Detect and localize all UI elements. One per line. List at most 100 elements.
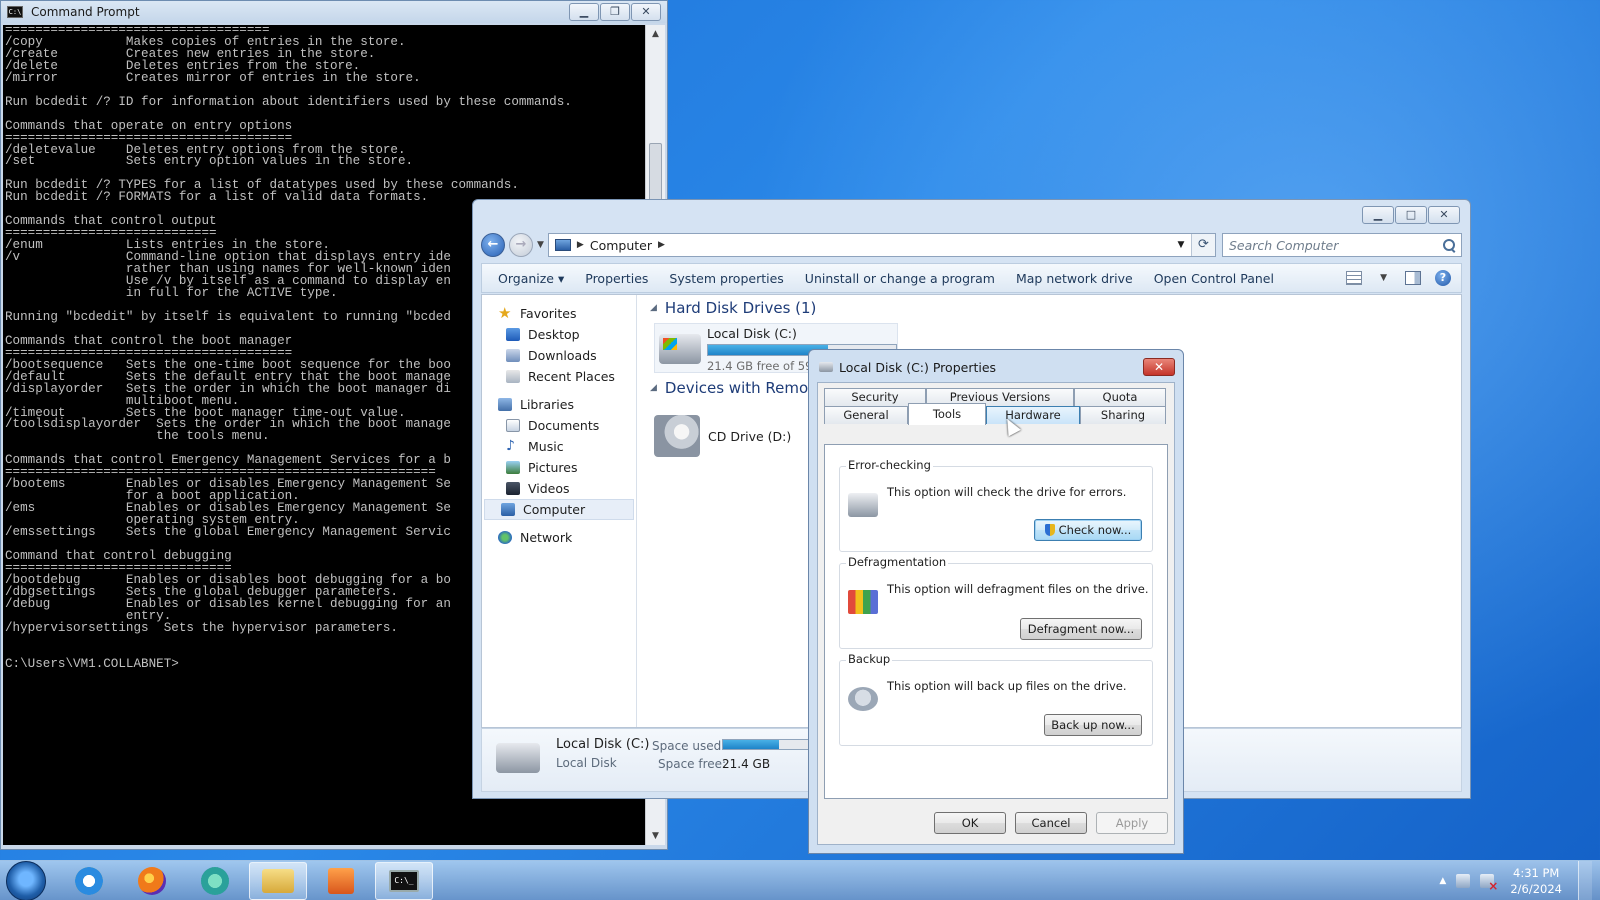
nav-favorites[interactable]: ★ Favorites <box>482 303 636 324</box>
backup-group: Backup This option will back up files on… <box>839 652 1153 746</box>
clock-time: 4:31 PM <box>1513 865 1560 880</box>
details-drive-name: Local Disk (C:) <box>556 737 650 752</box>
cancel-button[interactable]: Cancel <box>1015 812 1087 834</box>
system-tray: ▲ 4:31 PM 2/6/2024 <box>1439 860 1600 900</box>
drive-icon <box>819 362 833 372</box>
volume-muted-icon[interactable] <box>1480 873 1498 893</box>
hard-drive-icon <box>496 743 540 773</box>
preview-pane-icon[interactable] <box>1405 271 1421 285</box>
nav-libraries[interactable]: Libraries <box>482 394 636 415</box>
back-button[interactable]: ← <box>481 233 505 257</box>
tab-sharing[interactable]: Sharing <box>1080 406 1166 424</box>
close-button[interactable]: ✕ <box>1143 358 1175 376</box>
ok-button[interactable]: OK <box>934 812 1006 834</box>
nav-network[interactable]: Network <box>482 527 636 548</box>
tab-quota[interactable]: Quota <box>1074 388 1166 406</box>
open-control-panel-button[interactable]: Open Control Panel <box>1146 271 1287 286</box>
taskbar-app-globe[interactable] <box>186 862 244 900</box>
scroll-thumb[interactable] <box>649 143 662 203</box>
scroll-up-arrow[interactable]: ▲ <box>646 25 665 43</box>
taskbar-internet-explorer[interactable] <box>60 862 118 900</box>
backup-title: Backup <box>846 652 893 666</box>
breadcrumb-computer[interactable]: Computer <box>590 238 652 253</box>
maximize-button[interactable]: □ <box>1395 206 1427 224</box>
view-dropdown-icon[interactable]: ▼ <box>1380 273 1387 283</box>
nav-downloads[interactable]: Downloads <box>482 345 636 366</box>
change-view-icon[interactable] <box>1346 271 1363 285</box>
dialog-title: Local Disk (C:) Properties <box>839 359 997 375</box>
tab-tools[interactable]: Tools <box>908 403 986 425</box>
close-button[interactable]: ✕ <box>1428 206 1460 224</box>
backup-desc: This option will back up files on the dr… <box>887 679 1127 693</box>
nav-computer[interactable]: Computer <box>484 499 634 520</box>
search-icon[interactable] <box>1443 239 1455 251</box>
nav-desktop[interactable]: Desktop <box>482 324 636 345</box>
dialog-titlebar[interactable]: Local Disk (C:) Properties <box>809 350 1183 384</box>
help-icon[interactable]: ? <box>1435 270 1451 286</box>
minimize-button[interactable]: ▁ <box>1362 206 1394 224</box>
check-now-button[interactable]: Check now... <box>1034 519 1142 541</box>
internet-explorer-icon <box>75 866 103 895</box>
close-button[interactable]: ✕ <box>631 3 661 21</box>
cmd-app-icon: C:\ <box>7 6 23 18</box>
forward-button[interactable]: → <box>509 233 533 257</box>
error-checking-desc: This option will check the drive for err… <box>887 485 1127 499</box>
nav-pictures[interactable]: Pictures <box>482 457 636 478</box>
restore-button[interactable]: ❐ <box>600 3 630 21</box>
collapse-icon: ◢ <box>650 303 657 313</box>
map-network-drive-button[interactable]: Map network drive <box>1008 271 1146 286</box>
globe-app-icon <box>201 866 229 895</box>
space-used-bar <box>722 739 812 750</box>
minimize-button[interactable]: ▁ <box>569 3 599 21</box>
hard-disk-group-header[interactable]: ◢ Hard Disk Drives (1) <box>650 299 816 317</box>
uninstall-program-button[interactable]: Uninstall or change a program <box>797 271 1008 286</box>
space-free-label: Space free: <box>658 757 727 771</box>
defragment-now-button[interactable]: Defragment now... <box>1020 618 1142 640</box>
scroll-down-arrow[interactable]: ▼ <box>646 827 665 845</box>
clock-date: 2/6/2024 <box>1510 881 1562 896</box>
start-button[interactable] <box>6 860 46 900</box>
back-up-now-button[interactable]: Back up now... <box>1044 714 1142 736</box>
cmd-titlebar[interactable]: C:\ Command Prompt ▁ ❐ ✕ <box>1 1 667 23</box>
address-dropdown-icon[interactable]: ▼ <box>1171 240 1191 250</box>
search-input[interactable]: Search Computer <box>1222 233 1462 257</box>
error-checking-icon <box>848 493 878 517</box>
search-placeholder: Search Computer <box>1229 237 1339 253</box>
collapse-icon: ◢ <box>650 383 657 393</box>
error-checking-title: Error-checking <box>846 458 933 472</box>
network-tray-icon[interactable] <box>1456 873 1471 888</box>
breadcrumb-arrow-icon[interactable]: ▶ <box>658 240 665 250</box>
tab-general[interactable]: General <box>824 406 908 424</box>
properties-button[interactable]: Properties <box>577 271 661 286</box>
taskbar-firefox[interactable] <box>123 862 181 900</box>
refresh-icon[interactable]: ⟳ <box>1191 234 1215 256</box>
show-hidden-icons-icon[interactable]: ▲ <box>1439 876 1446 886</box>
apply-button[interactable]: Apply <box>1096 812 1168 834</box>
taskbar-windows-explorer[interactable] <box>249 861 307 900</box>
system-properties-button[interactable]: System properties <box>661 271 796 286</box>
space-free-value: 21.4 GB <box>722 757 771 771</box>
nav-videos[interactable]: Videos <box>482 478 636 499</box>
music-icon: ♪ <box>506 438 515 454</box>
documents-icon <box>506 419 520 432</box>
cd-drive-item[interactable]: CD Drive (D:) <box>654 415 791 457</box>
properties-dialog[interactable]: Local Disk (C:) Properties ✕ Security Pr… <box>808 349 1184 854</box>
show-desktop-button[interactable] <box>1578 860 1592 900</box>
taskbar-media-player[interactable] <box>312 862 370 900</box>
nav-recent-places[interactable]: Recent Places <box>482 366 636 387</box>
media-player-icon <box>328 867 354 894</box>
recent-pages-dropdown[interactable]: ▼ <box>537 240 544 250</box>
recent-places-icon <box>506 370 520 383</box>
clock[interactable]: 4:31 PM 2/6/2024 <box>1510 865 1562 897</box>
dialog-body: Security Previous Versions Quota General… <box>817 382 1175 845</box>
computer-icon <box>554 239 571 251</box>
nav-documents[interactable]: Documents <box>482 415 636 436</box>
hard-drive-icon <box>659 334 701 364</box>
nav-music[interactable]: ♪ Music <box>482 436 636 457</box>
libraries-icon <box>498 398 512 411</box>
organize-button[interactable]: Organize ▾ <box>490 271 577 286</box>
tools-tab-panel: Error-checking This option will check th… <box>824 444 1168 799</box>
taskbar-command-prompt[interactable]: C:\_ <box>375 861 433 900</box>
breadcrumb-separator-icon[interactable]: ▶ <box>577 240 584 250</box>
address-bar[interactable]: ▶ Computer ▶ ▼ ⟳ <box>547 233 1216 257</box>
